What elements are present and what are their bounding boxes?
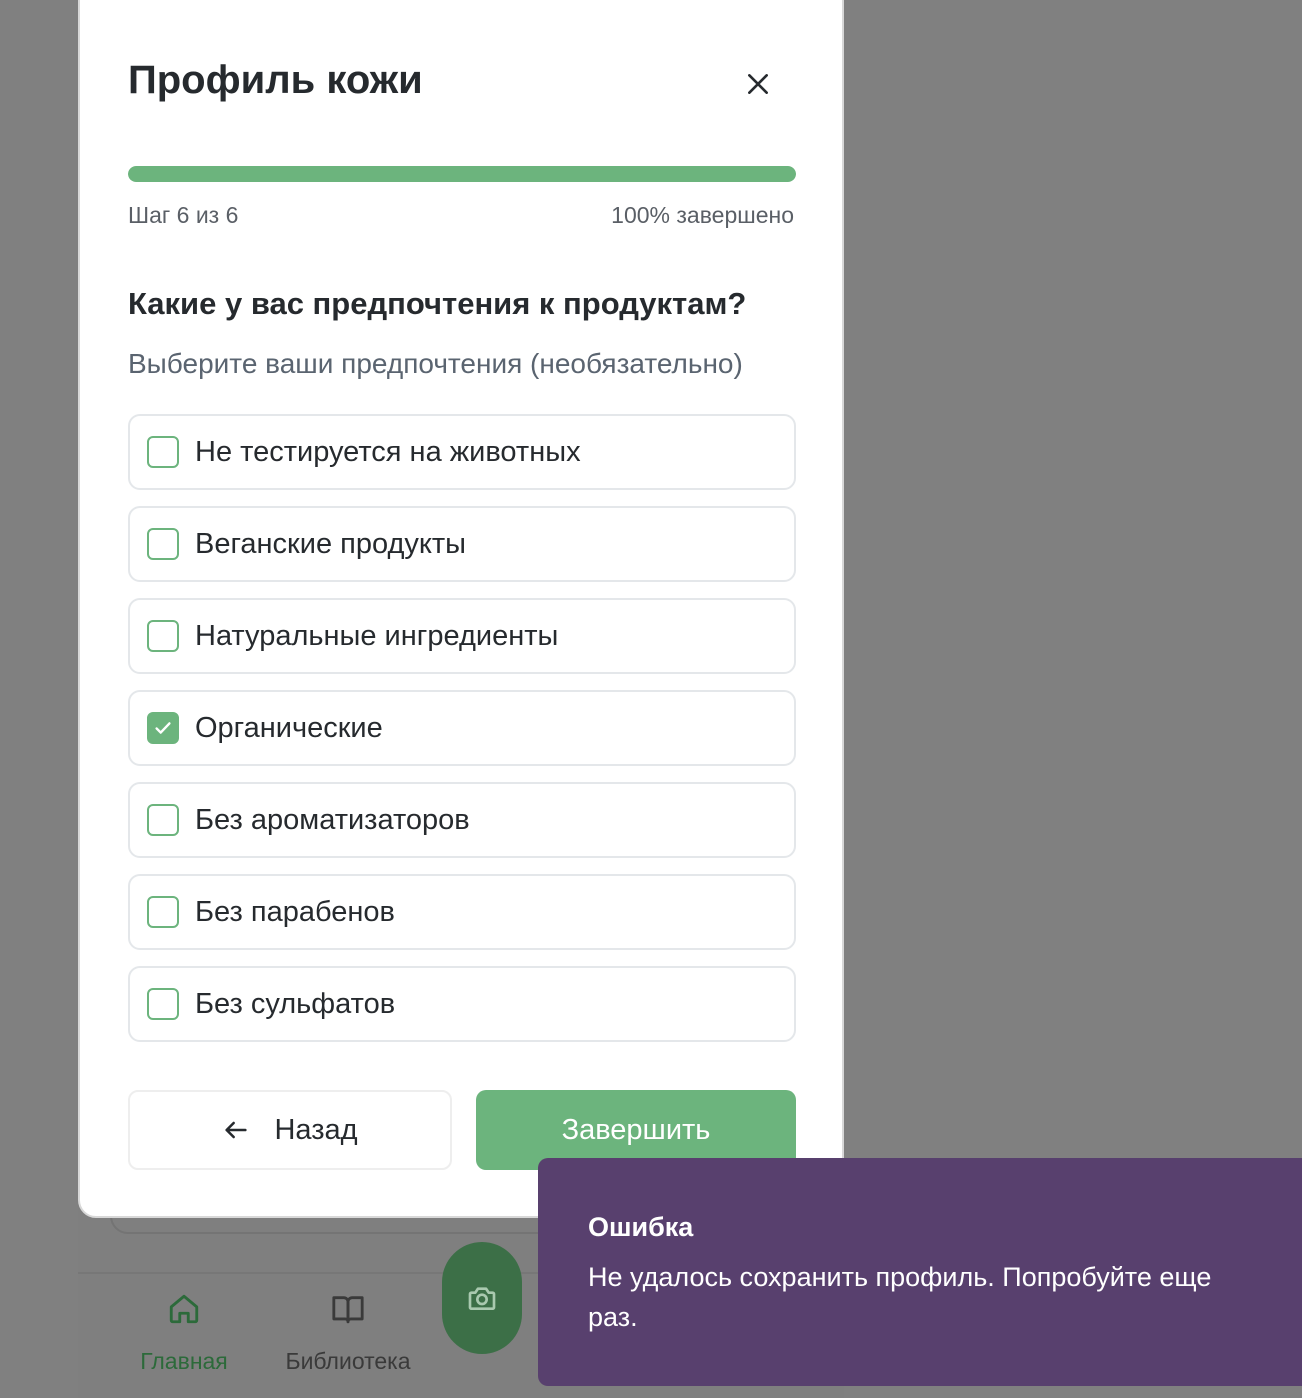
camera-button[interactable] [442,1242,522,1354]
option-cruelty-free[interactable]: Не тестируется на животных [128,414,796,490]
nav-item-library[interactable]: Библиотека [276,1292,420,1375]
checkbox[interactable] [147,436,179,468]
question-heading: Какие у вас предпочтения к продуктам? [128,286,747,321]
checkbox[interactable] [147,988,179,1020]
nav-label-library: Библиотека [285,1348,411,1374]
step-indicator: Шаг 6 из 6 [128,202,239,228]
option-label: Веганские продукты [195,527,467,560]
toast-title: Ошибка [588,1212,694,1242]
arrow-left-icon [225,1121,248,1139]
skin-profile-modal: Профиль кожи Шаг 6 из 6 100% завершено К… [78,0,844,1218]
nav-item-home[interactable]: Главная [132,1292,236,1375]
percent-complete: 100% завершено [611,202,794,228]
option-label: Без ароматизаторов [195,803,470,836]
option-label: Без парабенов [195,895,395,928]
option-label: Не тестируется на животных [195,435,581,468]
option-organic[interactable]: Органические [128,690,796,766]
option-label: Органические [195,711,383,744]
option-label: Натуральные ингредиенты [195,619,559,652]
option-sulfate-free[interactable]: Без сульфатов [128,966,796,1042]
question-hint: Выберите ваши предпочтения (необязательн… [128,348,743,379]
camera-icon [468,1287,496,1310]
book-icon [332,1296,364,1324]
checkbox[interactable] [147,528,179,560]
option-vegan[interactable]: Веганские продукты [128,506,796,582]
error-toast[interactable]: Ошибка Не удалось сохранить профиль. Поп… [538,1158,1302,1386]
preference-options: Не тестируется на животных Веганские про… [128,414,796,1058]
close-button[interactable] [740,66,776,102]
home-icon [169,1294,199,1324]
option-natural[interactable]: Натуральные ингредиенты [128,598,796,674]
modal-title: Профиль кожи [128,58,423,102]
back-button[interactable]: Назад [128,1090,452,1170]
progress-bar [128,166,796,182]
checkbox[interactable] [147,620,179,652]
checkbox[interactable] [147,896,179,928]
checkbox[interactable] [147,712,179,744]
option-label: Без сульфатов [195,987,396,1020]
option-fragrance-free[interactable]: Без ароматизаторов [128,782,796,858]
option-paraben-free[interactable]: Без парабенов [128,874,796,950]
toast-message: Не удалось сохранить профиль. Попробуйте… [588,1262,1212,1332]
checkbox[interactable] [147,804,179,836]
finish-button-label: Завершить [561,1113,711,1146]
close-icon [748,74,768,94]
back-button-label: Назад [274,1113,358,1146]
nav-label-home: Главная [140,1348,228,1374]
check-icon [155,722,171,734]
progress-fill [128,166,796,182]
